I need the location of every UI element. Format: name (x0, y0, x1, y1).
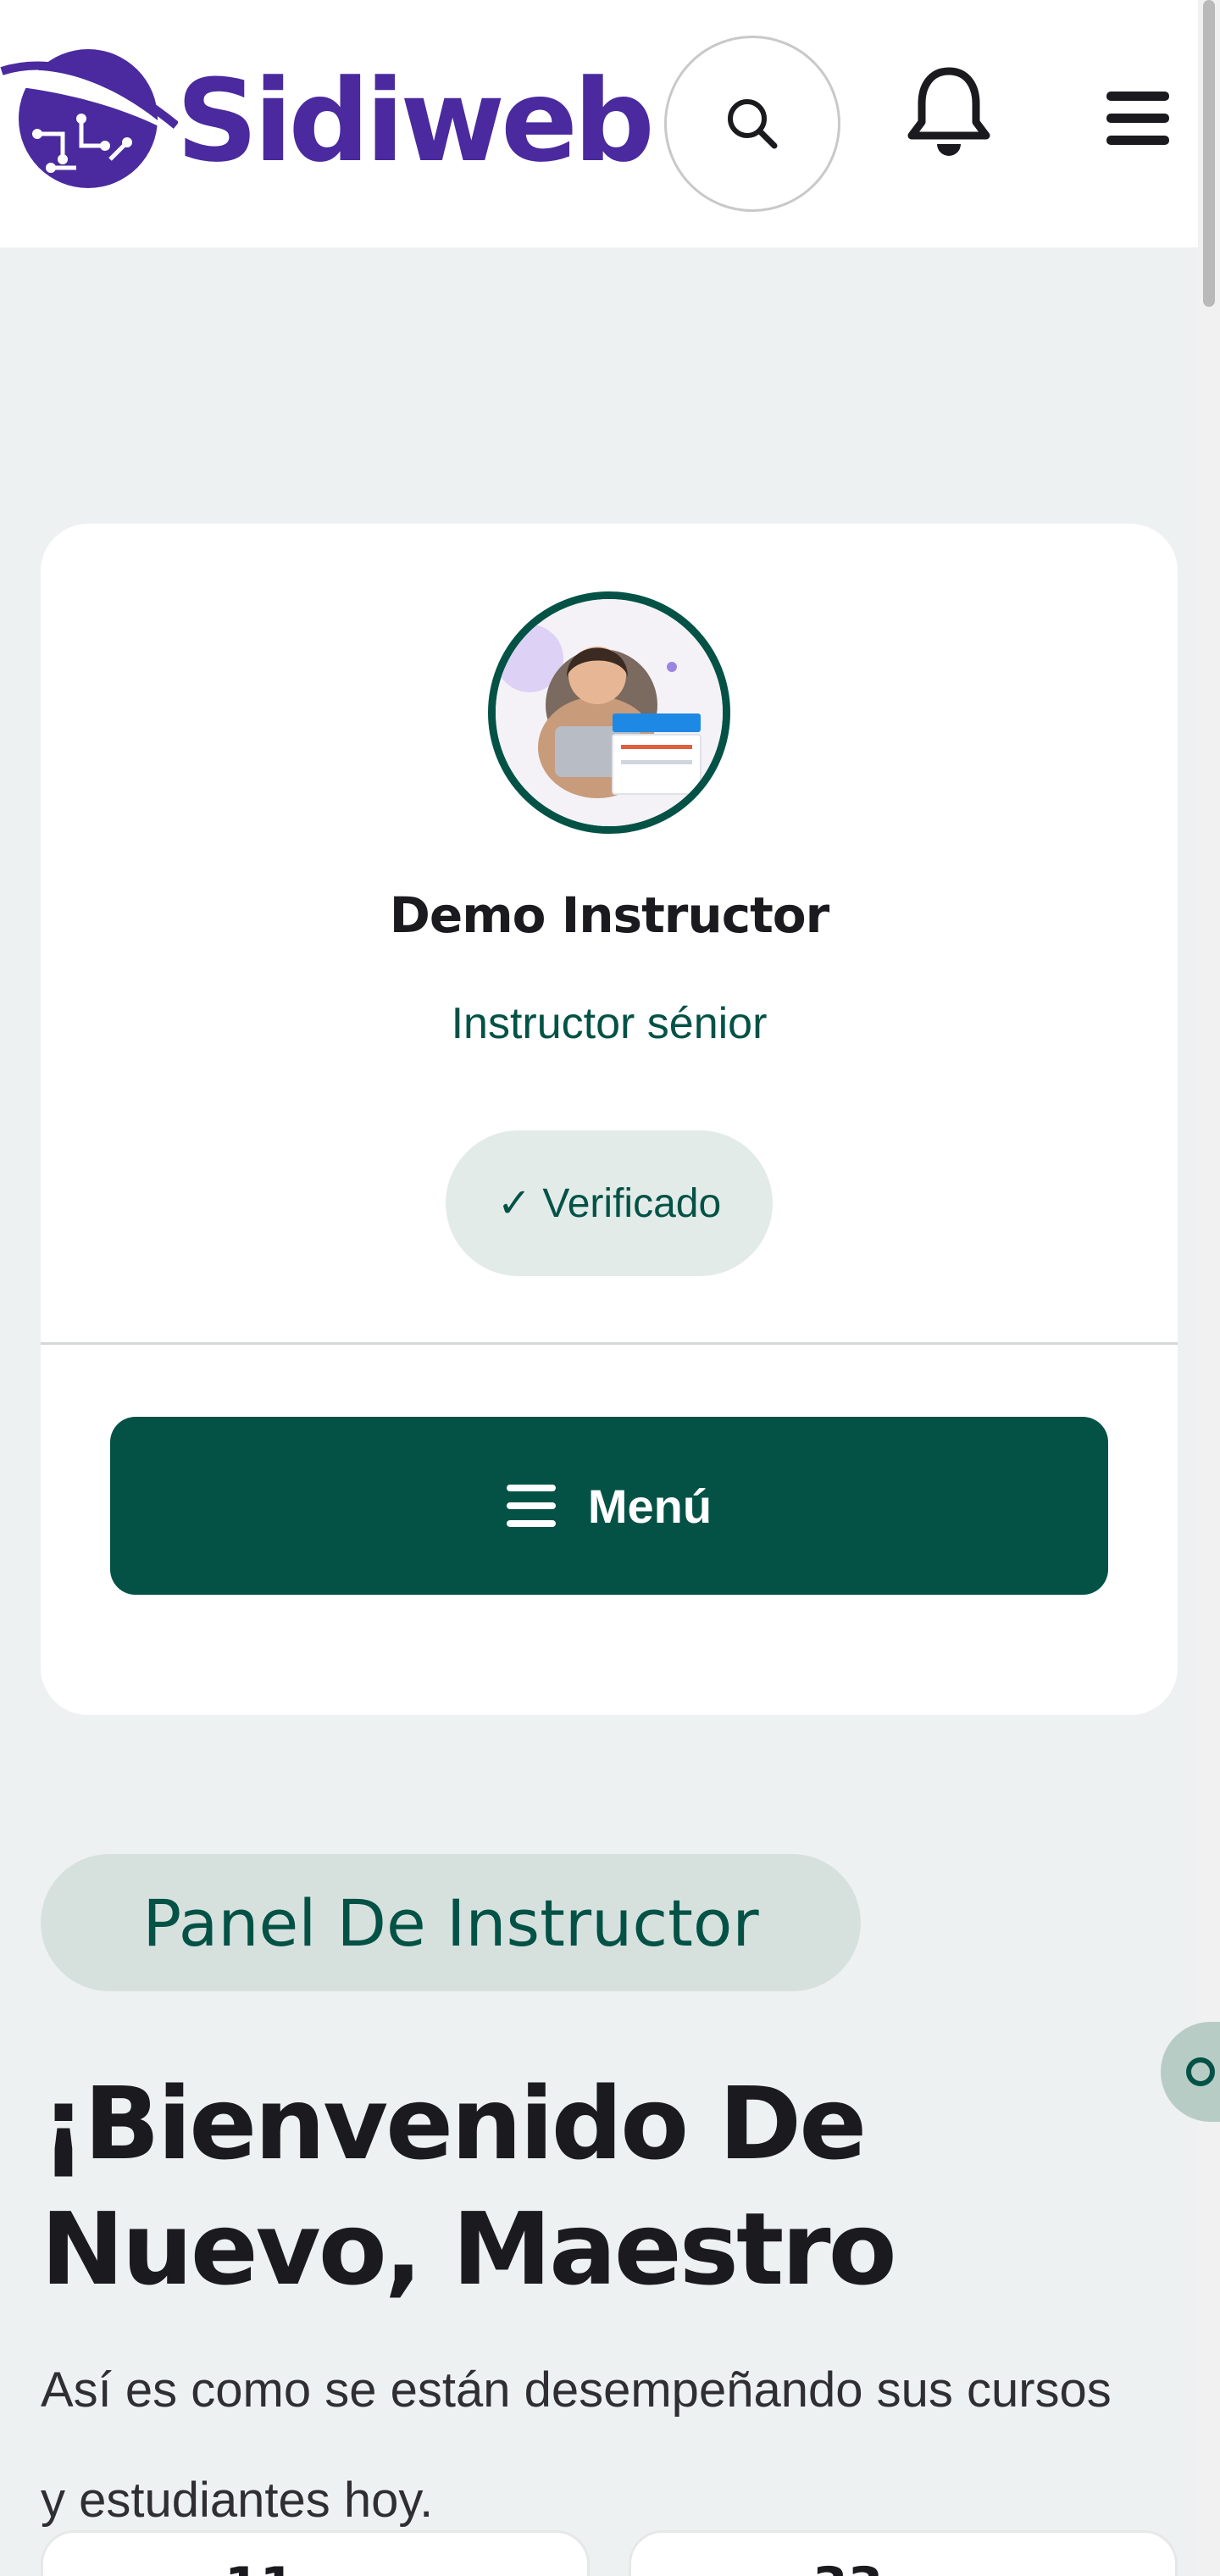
stat-value: 33 (812, 2557, 884, 2576)
notifications-button[interactable] (905, 66, 993, 162)
avatar-image (496, 599, 723, 826)
site-logo[interactable]: Sidiweb (0, 41, 655, 193)
circle-icon (1186, 2057, 1215, 2086)
circuit-globe-logo-icon (0, 49, 178, 188)
divider (41, 1342, 1178, 1345)
profile-name: Demo Instructor (389, 886, 830, 944)
menu-button[interactable]: Menú (110, 1417, 1108, 1595)
scrollbar-thumb[interactable] (1203, 0, 1215, 307)
bell-icon (907, 67, 990, 156)
stat-card-students[interactable]: 33 (629, 2530, 1178, 2576)
scrollbar-track[interactable] (1198, 0, 1220, 2576)
side-toggle-tab[interactable] (1161, 2022, 1220, 2122)
page-subtitle: Así es como se están desempeñando sus cu… (41, 2362, 1112, 2528)
search-icon (728, 99, 778, 149)
stat-card-courses[interactable]: 11 (41, 2530, 590, 2576)
menu-lines-icon (506, 1485, 556, 1527)
verified-badge: ✓ Verificado (446, 1130, 773, 1276)
profile-card: Demo Instructor Instructor sénior ✓ Veri… (41, 524, 1178, 1715)
search-button[interactable] (664, 36, 840, 212)
menu-button-label: Menú (587, 1479, 713, 1533)
hamburger-icon (1106, 92, 1169, 145)
page-title: ¡Bienvenido De Nuevo, Maestro (41, 2065, 897, 2307)
stat-value: 11 (225, 2557, 296, 2576)
main-menu-toggle[interactable] (1106, 92, 1169, 150)
avatar[interactable] (488, 591, 730, 834)
panel-label: Panel De Instructor (41, 1854, 861, 1991)
profile-role: Instructor sénior (451, 999, 768, 1048)
logo-wordmark: Sidiweb (176, 55, 655, 187)
site-header: Sidiweb (0, 0, 1220, 247)
